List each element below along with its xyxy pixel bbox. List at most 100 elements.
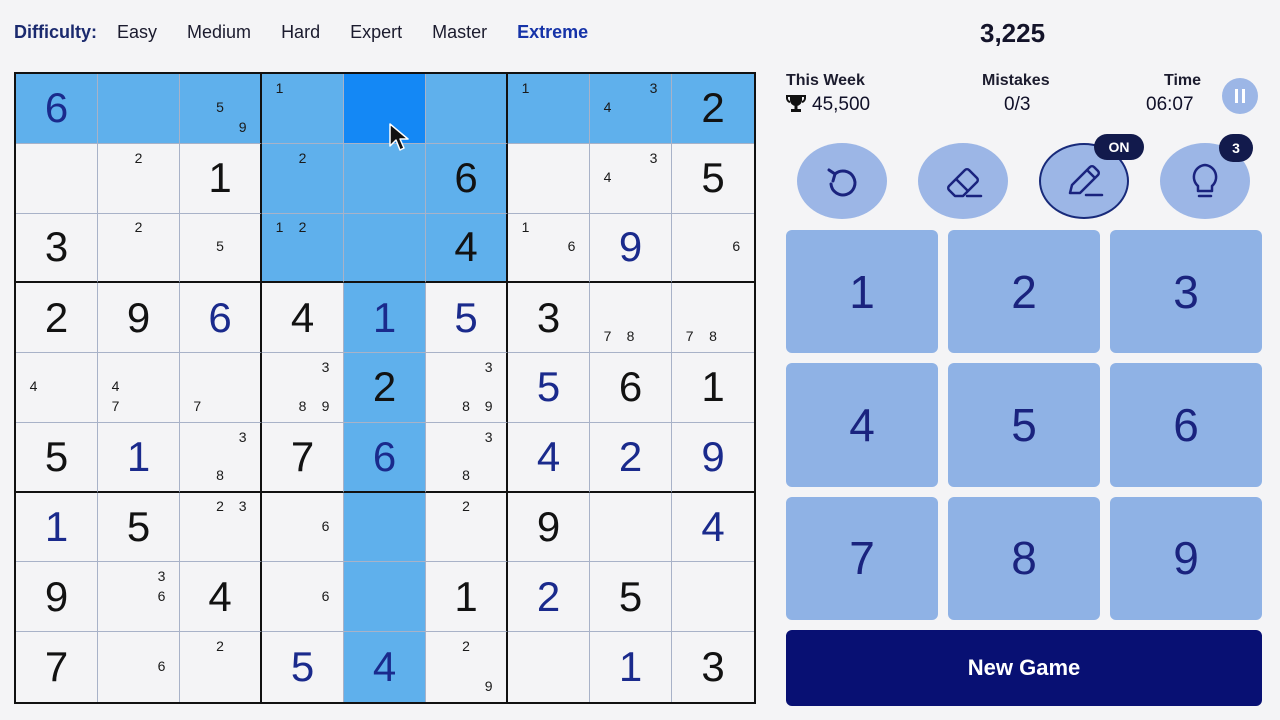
- sudoku-cell-r7c9[interactable]: 4: [672, 493, 754, 563]
- sudoku-cell-r8c4[interactable]: 6: [262, 562, 344, 633]
- sudoku-cell-r6c7[interactable]: 4: [508, 422, 590, 493]
- sudoku-cell-r9c2[interactable]: 6: [98, 632, 180, 702]
- sudoku-cell-r7c1[interactable]: 1: [16, 492, 98, 563]
- sudoku-cell-r3c2[interactable]: 2: [98, 213, 180, 284]
- numpad-key-7[interactable]: 7: [786, 496, 938, 620]
- erase-button[interactable]: [918, 143, 1008, 219]
- sudoku-cell-r2c5[interactable]: [344, 143, 426, 214]
- sudoku-cell-r9c6[interactable]: 29: [426, 632, 508, 702]
- sudoku-cell-r3c7[interactable]: 16: [508, 213, 590, 284]
- sudoku-cell-r3c6[interactable]: 4: [426, 213, 508, 284]
- pause-button[interactable]: [1222, 78, 1258, 114]
- sudoku-cell-r8c1[interactable]: 9: [16, 562, 98, 633]
- sudoku-cell-r8c2[interactable]: 36: [98, 562, 180, 633]
- sudoku-cell-r5c2[interactable]: 47: [98, 353, 180, 423]
- sudoku-cell-r4c9[interactable]: 78: [672, 283, 754, 354]
- sudoku-cell-r6c2[interactable]: 1: [98, 422, 180, 493]
- sudoku-cell-r4c1[interactable]: 2: [16, 283, 98, 354]
- sudoku-cell-r9c3[interactable]: 2: [180, 632, 262, 702]
- numpad-key-3[interactable]: 3: [1110, 230, 1262, 354]
- sudoku-cell-r7c2[interactable]: 5: [98, 492, 180, 563]
- sudoku-cell-r5c1[interactable]: 4: [16, 353, 98, 423]
- sudoku-cell-r6c4[interactable]: 7: [262, 422, 344, 493]
- difficulty-expert[interactable]: Expert: [350, 22, 402, 43]
- sudoku-cell-r7c6[interactable]: 2: [426, 492, 508, 563]
- sudoku-cell-r1c1[interactable]: 6: [16, 74, 98, 144]
- new-game-button[interactable]: New Game: [786, 630, 1262, 706]
- sudoku-cell-r9c1[interactable]: 7: [16, 632, 98, 702]
- numpad-key-4[interactable]: 4: [786, 363, 938, 487]
- sudoku-cell-r2c4[interactable]: 2: [262, 143, 344, 214]
- sudoku-cell-r1c7[interactable]: 1: [508, 74, 590, 144]
- sudoku-cell-r6c8[interactable]: 2: [590, 422, 672, 493]
- sudoku-cell-r9c8[interactable]: 1: [590, 632, 672, 702]
- sudoku-cell-r2c7[interactable]: [508, 143, 590, 214]
- difficulty-easy[interactable]: Easy: [117, 22, 157, 43]
- sudoku-cell-r3c3[interactable]: 5: [180, 213, 262, 284]
- sudoku-cell-r2c3[interactable]: 1: [180, 143, 262, 214]
- sudoku-cell-r8c3[interactable]: 4: [180, 562, 262, 633]
- sudoku-cell-r4c7[interactable]: 3: [508, 283, 590, 354]
- sudoku-cell-r3c9[interactable]: 6: [672, 214, 754, 284]
- sudoku-cell-r1c8[interactable]: 34: [590, 74, 672, 144]
- sudoku-cell-r6c5[interactable]: 6: [344, 422, 426, 493]
- sudoku-cell-r1c5[interactable]: [344, 74, 426, 144]
- numpad-key-5[interactable]: 5: [948, 363, 1100, 487]
- sudoku-cell-r6c6[interactable]: 38: [426, 422, 508, 493]
- sudoku-cell-r7c5[interactable]: [344, 492, 426, 563]
- sudoku-cell-r5c5[interactable]: 2: [344, 353, 426, 423]
- sudoku-cell-r3c1[interactable]: 3: [16, 213, 98, 284]
- sudoku-cell-r2c2[interactable]: 2: [98, 143, 180, 214]
- sudoku-cell-r9c9[interactable]: 3: [672, 632, 754, 702]
- sudoku-cell-r3c5[interactable]: [344, 213, 426, 284]
- sudoku-cell-r4c2[interactable]: 9: [98, 283, 180, 354]
- sudoku-cell-r2c9[interactable]: 5: [672, 144, 754, 214]
- sudoku-cell-r9c4[interactable]: 5: [262, 632, 344, 702]
- numpad-key-6[interactable]: 6: [1110, 363, 1262, 487]
- sudoku-cell-r4c5[interactable]: 1: [344, 283, 426, 354]
- sudoku-cell-r6c9[interactable]: 9: [672, 423, 754, 493]
- sudoku-cell-r4c4[interactable]: 4: [262, 283, 344, 354]
- difficulty-medium[interactable]: Medium: [187, 22, 251, 43]
- sudoku-cell-r5c9[interactable]: 1: [672, 353, 754, 423]
- numpad-key-2[interactable]: 2: [948, 230, 1100, 354]
- sudoku-cell-r3c4[interactable]: 12: [262, 213, 344, 284]
- sudoku-cell-r1c3[interactable]: 59: [180, 74, 262, 144]
- numpad-key-9[interactable]: 9: [1110, 496, 1262, 620]
- sudoku-cell-r8c5[interactable]: [344, 562, 426, 633]
- sudoku-cell-r6c3[interactable]: 38: [180, 422, 262, 493]
- sudoku-cell-r8c6[interactable]: 1: [426, 562, 508, 633]
- undo-button[interactable]: [797, 143, 887, 219]
- numpad-key-1[interactable]: 1: [786, 230, 938, 354]
- sudoku-cell-r9c5[interactable]: 4: [344, 632, 426, 702]
- difficulty-hard[interactable]: Hard: [281, 22, 320, 43]
- sudoku-cell-r2c8[interactable]: 34: [590, 143, 672, 214]
- sudoku-cell-r2c1[interactable]: [16, 143, 98, 214]
- sudoku-cell-r9c7[interactable]: [508, 632, 590, 702]
- sudoku-cell-r5c3[interactable]: 7: [180, 353, 262, 423]
- sudoku-cell-r7c3[interactable]: 23: [180, 492, 262, 563]
- sudoku-cell-r7c4[interactable]: 6: [262, 492, 344, 563]
- sudoku-cell-r1c6[interactable]: [426, 74, 508, 144]
- sudoku-cell-r7c7[interactable]: 9: [508, 492, 590, 563]
- sudoku-cell-r1c2[interactable]: [98, 74, 180, 144]
- sudoku-cell-r1c9[interactable]: 2: [672, 74, 754, 144]
- sudoku-cell-r5c8[interactable]: 6: [590, 353, 672, 423]
- sudoku-cell-r5c7[interactable]: 5: [508, 353, 590, 423]
- sudoku-cell-r4c6[interactable]: 5: [426, 283, 508, 354]
- difficulty-extreme[interactable]: Extreme: [517, 22, 588, 43]
- difficulty-master[interactable]: Master: [432, 22, 487, 43]
- sudoku-cell-r8c8[interactable]: 5: [590, 562, 672, 633]
- sudoku-cell-r6c1[interactable]: 5: [16, 422, 98, 493]
- sudoku-cell-r5c6[interactable]: 3 89: [426, 353, 508, 423]
- sudoku-cell-r2c6[interactable]: 6: [426, 143, 508, 214]
- sudoku-cell-r8c7[interactable]: 2: [508, 562, 590, 633]
- numpad-key-8[interactable]: 8: [948, 496, 1100, 620]
- sudoku-cell-r1c4[interactable]: 1: [262, 74, 344, 144]
- sudoku-cell-r4c8[interactable]: 78: [590, 283, 672, 354]
- sudoku-cell-r7c8[interactable]: [590, 492, 672, 563]
- sudoku-cell-r5c4[interactable]: 3 89: [262, 353, 344, 423]
- sudoku-cell-r4c3[interactable]: 6: [180, 283, 262, 354]
- sudoku-cell-r3c8[interactable]: 9: [590, 213, 672, 284]
- sudoku-cell-r8c9[interactable]: [672, 562, 754, 633]
